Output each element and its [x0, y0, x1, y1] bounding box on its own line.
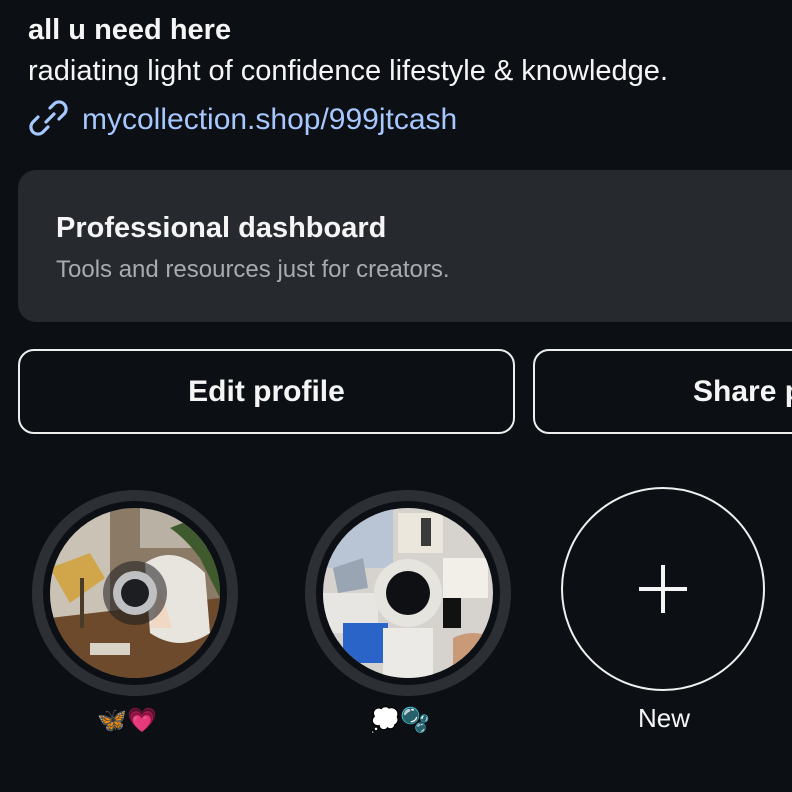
highlight-label: 🦋💗 — [97, 707, 157, 734]
dashboard-subtitle: Tools and resources just for creators. — [56, 256, 450, 283]
highlight-label: 💭🫧 — [370, 707, 430, 734]
profile-name: all u need here — [28, 14, 232, 46]
professional-dashboard-card[interactable]: Professional dashboard Tools and resourc… — [18, 170, 792, 322]
plus-icon — [639, 565, 687, 613]
highlight-cover-photo — [50, 508, 220, 678]
story-highlight-1[interactable] — [32, 490, 238, 696]
edit-profile-button[interactable]: Edit profile — [18, 349, 515, 434]
profile-link[interactable]: mycollection.shop/999jtcash — [28, 96, 457, 144]
dashboard-title: Professional dashboard — [56, 212, 387, 244]
link-icon — [28, 96, 70, 144]
new-highlight-button[interactable] — [561, 487, 765, 691]
story-highlight-2[interactable] — [305, 490, 511, 696]
profile-link-text[interactable]: mycollection.shop/999jtcash — [82, 103, 457, 137]
highlight-cover-photo — [323, 508, 493, 678]
profile-bio: radiating light of confidence lifestyle … — [28, 55, 668, 87]
share-profile-button[interactable]: Share p — [533, 349, 792, 434]
new-highlight-label: New — [637, 703, 690, 733]
profile-screen: all u need here radiating light of confi… — [0, 0, 792, 792]
